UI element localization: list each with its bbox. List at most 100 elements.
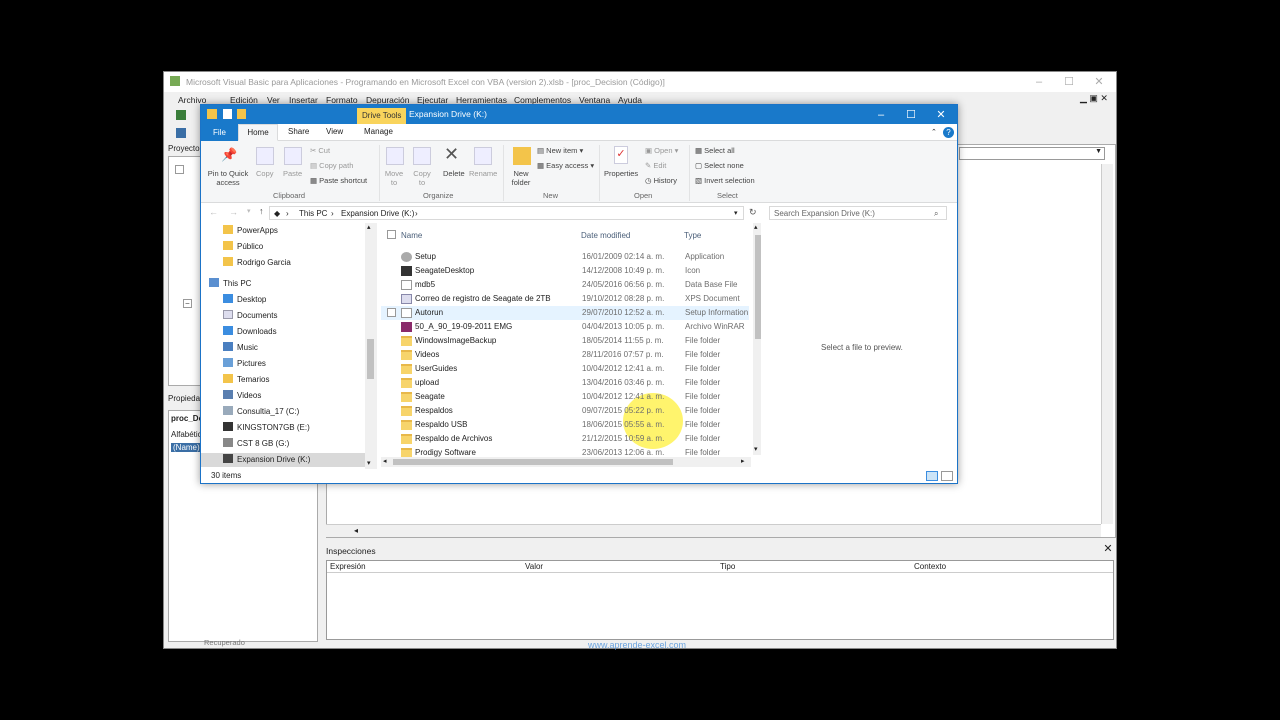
address-dropdown-icon[interactable]: ▾ xyxy=(734,209,738,217)
column-date-modified[interactable]: Date modified xyxy=(581,231,630,240)
file-row[interactable]: Respaldos 09/07/2015 05:22 p. m. File fold… xyxy=(381,404,749,418)
scroll-up-icon[interactable]: ▴ xyxy=(754,223,758,231)
address-bar[interactable]: ◆ › This PC › Expansion Drive (K:) › ▾ xyxy=(269,206,744,220)
col-contexto[interactable]: Contexto xyxy=(914,562,946,571)
file-row[interactable]: Autorun 29/07/2010 12:52 a. m. Setup Infor… xyxy=(381,306,749,320)
maximize-button[interactable]: ☐ xyxy=(896,107,926,123)
open-button[interactable]: ▣ Open ▾ xyxy=(645,146,678,155)
inspections-grid[interactable]: Expresión Valor Tipo Contexto xyxy=(326,560,1114,640)
back-icon[interactable]: ← xyxy=(209,207,218,217)
rename-button[interactable]: Rename xyxy=(469,169,497,178)
scroll-up-icon[interactable]: ▴ xyxy=(367,223,371,231)
tab-view[interactable]: View xyxy=(326,127,343,136)
file-list-horizontal-scrollbar[interactable]: ◂ ▸ xyxy=(381,457,751,467)
ribbon-expand-icon[interactable]: ⌃ xyxy=(931,128,937,136)
nav-item-videos[interactable]: Videos xyxy=(223,389,261,403)
file-row[interactable]: Respaldo USB 18/06/2015 05:55 a. m. File f… xyxy=(381,418,749,432)
excel-icon[interactable] xyxy=(176,110,186,120)
scroll-left-icon[interactable]: ◂ xyxy=(383,457,387,465)
forward-icon[interactable]: → xyxy=(229,207,238,217)
quick-properties-icon[interactable] xyxy=(223,109,232,119)
vba-child-controls[interactable]: ▁ ▣ ✕ xyxy=(1080,93,1108,104)
new-folder-button[interactable]: New folder xyxy=(509,169,533,187)
history-button[interactable]: ◷ History xyxy=(645,176,677,185)
paste-button[interactable]: Paste xyxy=(283,169,302,178)
up-icon[interactable]: ↑ xyxy=(259,206,264,216)
scroll-left-icon[interactable]: ◂ xyxy=(354,526,358,535)
nav-item-powerapps[interactable]: PowerApps xyxy=(223,224,278,238)
select-all-checkbox[interactable] xyxy=(387,230,396,239)
scroll-right-icon[interactable]: ▸ xyxy=(741,457,745,465)
nav-item-drive-k[interactable]: Expansion Drive (K:) xyxy=(223,453,310,467)
nav-item-this-pc[interactable]: This PC xyxy=(209,277,251,291)
vba-maximize-button[interactable]: ☐ xyxy=(1054,74,1084,90)
props-tab-alphabetic[interactable]: Alfabétic xyxy=(171,430,202,439)
help-icon[interactable]: ? xyxy=(943,127,954,138)
easy-access-button[interactable]: ▦ Easy access ▾ xyxy=(537,161,594,170)
file-row[interactable]: 50_A_90_19-09-2011 EMG 04/04/2013 10:05 p… xyxy=(381,320,749,334)
recent-icon[interactable]: ▾ xyxy=(247,207,251,215)
column-type[interactable]: Type xyxy=(684,231,701,240)
file-row[interactable]: mdb5 24/05/2016 06:56 p. m. Data Base File xyxy=(381,278,749,292)
col-expresion[interactable]: Expresión xyxy=(330,562,366,571)
file-row[interactable]: Correo de registro de Seagate de 2TB 19/1… xyxy=(381,292,749,306)
file-row[interactable]: Setup 16/01/2009 02:14 a. m. Application xyxy=(381,250,749,264)
properties-button[interactable]: Properties xyxy=(604,169,638,178)
breadcrumb-this-pc[interactable]: This PC xyxy=(299,209,327,218)
file-row[interactable]: Respaldo de Archivos 21/12/2015 10:59 a. … xyxy=(381,432,749,446)
search-input[interactable]: Search Expansion Drive (K:) xyxy=(774,209,875,218)
row-checkbox[interactable] xyxy=(387,308,396,317)
col-tipo[interactable]: Tipo xyxy=(720,562,735,571)
nav-item-downloads[interactable]: Downloads xyxy=(223,325,277,339)
large-icons-view-icon[interactable] xyxy=(941,471,953,481)
nav-item-pictures[interactable]: Pictures xyxy=(223,357,266,371)
pin-quick-access-button[interactable]: Pin to Quick access xyxy=(205,169,251,187)
invert-selection-button[interactable]: ▧ Invert selection xyxy=(695,176,755,185)
col-valor[interactable]: Valor xyxy=(525,562,543,571)
delete-button[interactable]: Delete xyxy=(443,169,465,178)
scroll-down-icon[interactable]: ▾ xyxy=(367,459,371,467)
copy-to-button[interactable]: Copy to xyxy=(410,169,434,187)
props-name-row[interactable]: (Name) xyxy=(171,443,202,452)
minimize-button[interactable]: – xyxy=(866,107,896,123)
vba-minimize-button[interactable]: – xyxy=(1024,74,1054,90)
new-folder-quick-icon[interactable] xyxy=(237,109,246,119)
copy-path-button[interactable]: ▤ Copy path xyxy=(310,161,353,170)
move-to-button[interactable]: Move to xyxy=(382,169,406,187)
tab-file[interactable]: File xyxy=(201,124,238,141)
props-object-combo[interactable]: proc_De xyxy=(171,414,203,423)
navigation-pane[interactable]: PowerApps Público Rodrigo Garcia This PC… xyxy=(201,223,379,469)
file-row[interactable]: Videos 28/11/2016 07:57 p. m. File folder xyxy=(381,348,749,362)
tab-share[interactable]: Share xyxy=(288,127,309,136)
nav-item-desktop[interactable]: Desktop xyxy=(223,293,266,307)
nav-item-documents[interactable]: Documents xyxy=(223,309,277,323)
tab-manage[interactable]: Manage xyxy=(364,127,393,136)
new-item-button[interactable]: ▤ New item ▾ xyxy=(537,146,583,155)
drive-tools-context-tab[interactable]: Drive Tools xyxy=(357,108,407,124)
breadcrumb-drive[interactable]: Expansion Drive (K:) xyxy=(341,209,414,218)
toolbar-icon[interactable] xyxy=(176,128,186,138)
expand-icon[interactable]: – xyxy=(183,299,192,308)
vba-close-button[interactable]: ✕ xyxy=(1084,74,1114,90)
file-row[interactable]: SeagateDesktop 14/12/2008 10:49 p. m. Icon xyxy=(381,264,749,278)
file-list[interactable]: Name Date modified Type Setup 16/01/2009 … xyxy=(381,223,763,469)
close-icon[interactable]: ✕ xyxy=(1102,544,1114,556)
nav-item-publico[interactable]: Público xyxy=(223,240,263,254)
file-row[interactable]: upload 13/04/2016 03:46 p. m. File folder xyxy=(381,376,749,390)
details-view-icon[interactable] xyxy=(926,471,938,481)
code-horizontal-scrollbar[interactable]: ◂ xyxy=(326,524,1101,537)
nav-item-drive-e[interactable]: KINGSTON7GB (E:) xyxy=(223,421,310,435)
search-box[interactable]: Search Expansion Drive (K:) ⌕ xyxy=(769,206,947,220)
file-row[interactable]: UserGuides 10/04/2012 12:41 a. m. File fol… xyxy=(381,362,749,376)
paste-shortcut-button[interactable]: ▦ Paste shortcut xyxy=(310,176,367,185)
procedure-combo[interactable]: ▼ xyxy=(959,147,1105,160)
nav-scrollbar[interactable]: ▴ ▾ xyxy=(365,223,377,469)
file-row[interactable]: Seagate 10/04/2012 12:41 a. m. File folder xyxy=(381,390,749,404)
refresh-icon[interactable]: ↻ xyxy=(749,207,757,218)
scroll-thumb[interactable] xyxy=(367,339,374,379)
nav-item-drive-g[interactable]: CST 8 GB (G:) xyxy=(223,437,289,451)
tab-home[interactable]: Home xyxy=(238,124,278,141)
code-vertical-scrollbar[interactable] xyxy=(1101,164,1113,524)
column-name[interactable]: Name xyxy=(401,231,422,240)
cut-button[interactable]: ✂ Cut xyxy=(310,146,330,155)
